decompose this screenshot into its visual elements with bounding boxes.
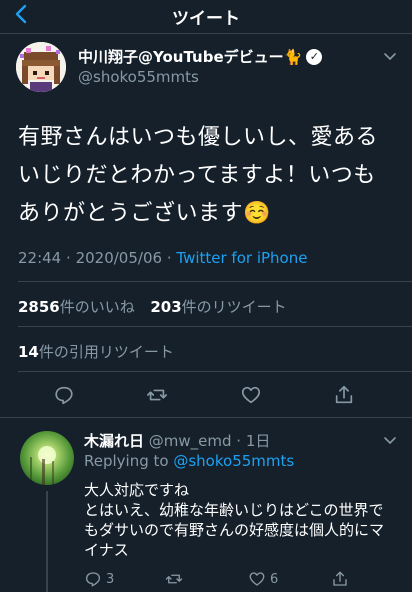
- reply-line: もダサいので有野さんの好感度は個人的にマ: [84, 521, 385, 539]
- share-icon[interactable]: [329, 383, 359, 407]
- tweet-source-link[interactable]: Twitter for iPhone: [176, 249, 307, 267]
- verified-badge-icon: ✓: [306, 48, 323, 65]
- reply-retweet-button[interactable]: [165, 569, 183, 589]
- tweet-time: 22:44: [18, 249, 62, 267]
- replying-prefix: Replying to: [84, 452, 169, 470]
- author-avatar[interactable]: [16, 42, 66, 92]
- author-name: 中川翔子@YouTubeデビュー🐈: [78, 48, 303, 66]
- author-handle[interactable]: @shoko55mmts: [78, 68, 199, 86]
- like-heart-icon[interactable]: [236, 383, 266, 407]
- tweet-menu-chevron-icon[interactable]: [382, 48, 398, 64]
- reply-reply-button[interactable]: 3: [84, 569, 114, 589]
- likes-label: 件のいいね: [59, 298, 135, 316]
- top-bar: ツイート: [0, 0, 412, 32]
- tweet-date: 2020/05/06: [75, 249, 163, 267]
- tweet-line: いじりだとわかってますよ！いつも: [18, 163, 376, 188]
- reply-icon: [85, 572, 101, 587]
- quotes-stat[interactable]: 14件の引用リツイート: [18, 341, 174, 362]
- meta-separator: ·: [66, 249, 71, 267]
- retweet-icon[interactable]: [142, 383, 172, 407]
- tweet-line: ありがとうございます☺️: [18, 201, 271, 226]
- quotes-divider: [18, 371, 412, 372]
- meta-divider: [18, 281, 412, 282]
- reply-handle-time: @mw_emd · 1日: [148, 432, 271, 450]
- retweets-count: 203: [150, 298, 182, 316]
- quotes-label: 件の引用リツイート: [38, 343, 174, 361]
- reply-count: 3: [106, 571, 115, 587]
- reply-author-avatar[interactable]: [20, 431, 74, 485]
- replying-to: Replying to @shoko55mmts: [84, 452, 294, 470]
- engagement-stats: 2856件のいいね 203件のリツイート: [18, 296, 287, 317]
- reply-menu-chevron-icon[interactable]: [382, 432, 398, 448]
- replying-mention-link[interactable]: @shoko55mmts: [173, 452, 294, 470]
- reply-like-button[interactable]: 6: [248, 569, 278, 589]
- reply-line: とはいえ、幼稚な年齢いじりはどこの世界で: [84, 501, 384, 519]
- retweet-icon: [165, 574, 183, 584]
- reply-line: 大人対応ですね: [84, 481, 190, 499]
- thread-line: [46, 491, 48, 592]
- likes-count: 2856: [18, 298, 60, 316]
- tweet-text: 有野さんはいつも優しいし、愛ある いじりだとわかってますよ！いつも ありがとうご…: [18, 119, 398, 233]
- retweets-stat[interactable]: 203件のリツイート: [150, 298, 286, 316]
- retweets-label: 件のリツイート: [181, 298, 287, 316]
- stats-divider: [18, 326, 412, 327]
- meta-separator: ·: [166, 249, 172, 267]
- tweet-meta: 22:44 · 2020/05/06 · Twitter for iPhone: [18, 249, 307, 267]
- tweet-actions: [0, 383, 412, 407]
- reply-share-button[interactable]: [331, 569, 349, 589]
- likes-stat[interactable]: 2856件のいいね: [18, 298, 135, 316]
- reply-text: 大人対応ですね とはいえ、幼稚な年齢いじりはどこの世界で もダサいので有野さんの…: [84, 480, 404, 560]
- quotes-count: 14: [18, 343, 39, 361]
- tweet-bottom-divider: [0, 417, 412, 418]
- reply-author-name: 木漏れ日: [84, 432, 145, 450]
- like-heart-icon: [249, 572, 265, 586]
- reply-icon[interactable]: [49, 383, 79, 407]
- tweet-line: 有野さんはいつも優しいし、愛ある: [18, 125, 379, 150]
- reply-header[interactable]: 木漏れ日 @mw_emd · 1日: [84, 430, 270, 451]
- reply-like-count: 6: [270, 571, 279, 587]
- share-icon: [333, 571, 347, 586]
- reply-line: イナス: [84, 541, 129, 559]
- page-title: ツイート: [172, 9, 240, 29]
- author-name-row[interactable]: 中川翔子@YouTubeデビュー🐈 ✓: [78, 46, 323, 67]
- header-divider: [0, 33, 412, 34]
